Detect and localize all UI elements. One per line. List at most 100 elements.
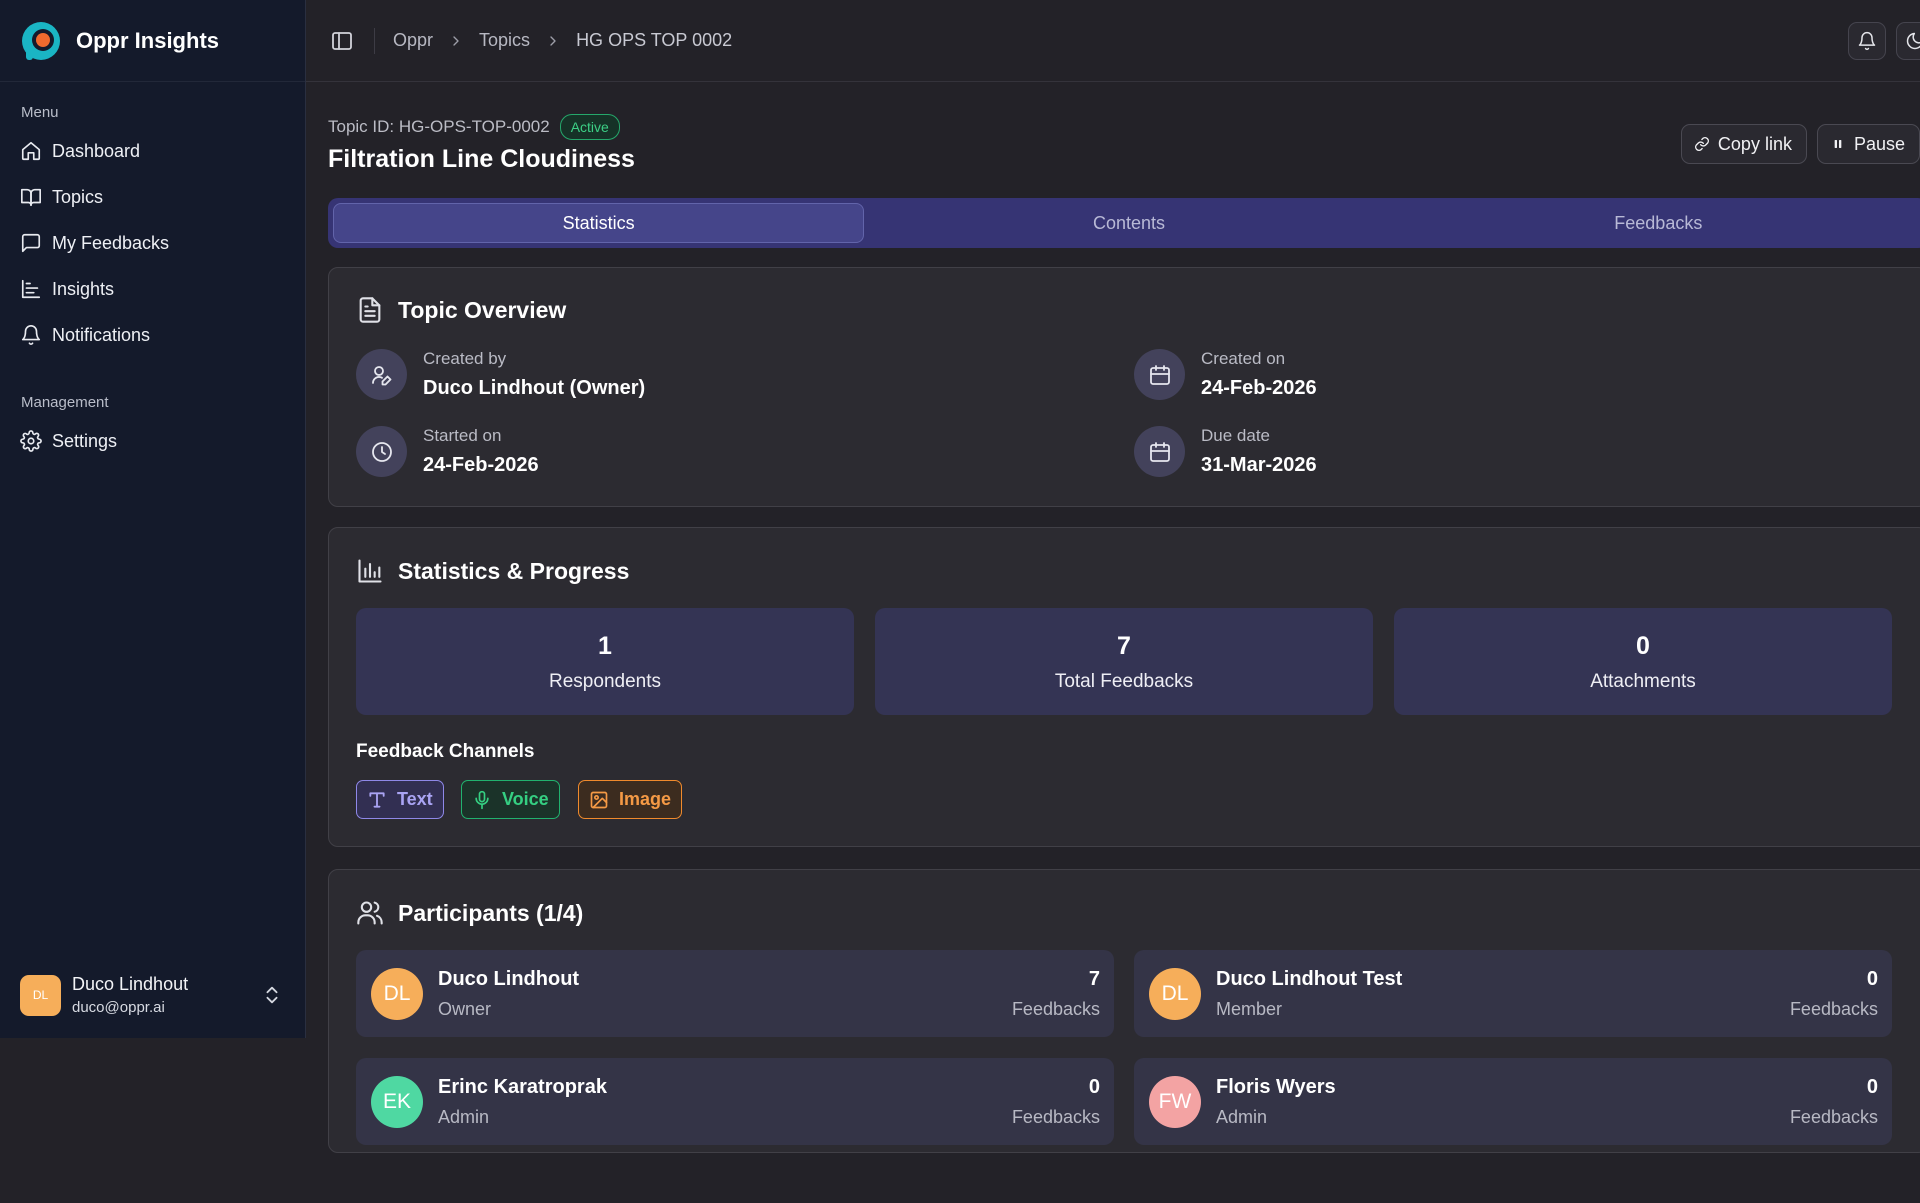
created-by: Created by Duco Lindhout (Owner): [356, 349, 645, 400]
status-badge: Active: [559, 114, 620, 140]
participants-title: Participants (1/4): [398, 899, 584, 926]
brand-logo-icon: [22, 21, 60, 60]
theme-toggle-button[interactable]: [1896, 21, 1920, 60]
channel-label: Text: [397, 789, 433, 809]
sidebar-item-dashboard[interactable]: Dashboard: [0, 128, 305, 174]
tab-statistics[interactable]: Statistics: [333, 203, 865, 243]
management-group-label: Management: [21, 394, 109, 411]
participant-role: Admin: [438, 1106, 490, 1127]
copy-link-button[interactable]: Copy link: [1680, 124, 1807, 164]
sidebar-item-my-feedbacks[interactable]: My Feedbacks: [0, 220, 305, 266]
topic-id-row: Topic ID: HG-OPS-TOP-0002 Active: [328, 114, 620, 140]
sidebar-item-settings[interactable]: Settings: [0, 418, 305, 464]
participant-role: Owner: [438, 998, 492, 1019]
sidebar-item-label: My Feedbacks: [52, 232, 170, 253]
mic-icon: [475, 790, 489, 809]
sidebar-item-label: Notifications: [52, 324, 151, 345]
channel-chip-text: Text: [356, 780, 444, 819]
image-icon: [590, 791, 608, 808]
tab-contents[interactable]: Contents: [864, 203, 1393, 243]
users-icon: [357, 901, 383, 925]
started-on-label: Started on: [423, 426, 502, 445]
notifications-button[interactable]: [1848, 21, 1886, 60]
bar-chart-icon: [21, 279, 41, 299]
participant-card[interactable]: EK Erinc Karatroprak Admin 0 Feedbacks: [356, 1058, 1114, 1145]
sidebar: Oppr Insights Menu Dashboard Topics My F…: [0, 0, 306, 1038]
stat-value: 0: [1636, 632, 1650, 660]
bar-chart-icon: [358, 559, 382, 583]
participant-role: Admin: [1216, 1106, 1268, 1127]
home-icon: [21, 141, 41, 161]
participant-name: Erinc Karatroprak: [438, 1075, 607, 1098]
sidebar-item-insights[interactable]: Insights: [0, 266, 305, 312]
breadcrumb-item-topics[interactable]: Topics: [479, 30, 530, 51]
top-actions: [1848, 21, 1920, 60]
chevron-right-icon: [550, 35, 556, 46]
due-date-value: 31-Mar-2026: [1201, 454, 1317, 476]
user-menu[interactable]: DL Duco Lindhout duco@oppr.ai: [0, 952, 305, 1038]
chevrons-up-down-icon[interactable]: [261, 984, 283, 1006]
card-title: Statistics & Progress: [356, 557, 629, 585]
copy-link-label: Copy link: [1717, 133, 1792, 154]
participant-card[interactable]: DL Duco Lindhout Owner 7 Feedbacks: [356, 950, 1114, 1037]
started-on-value: 24-Feb-2026: [423, 454, 539, 476]
participant-card[interactable]: DL Duco Lindhout Test Member 0 Feedbacks: [1134, 950, 1892, 1037]
due-date-label: Due date: [1201, 426, 1270, 445]
file-text-icon: [359, 297, 381, 323]
topbar: Oppr Topics HG OPS TOP 0002: [306, 0, 1920, 82]
sidebar-item-notifications[interactable]: Notifications: [0, 312, 305, 358]
breadcrumb-item-oppr[interactable]: Oppr: [393, 30, 433, 51]
stat-value: 1: [598, 632, 612, 660]
stat-attachments: 0 Attachments: [1394, 608, 1892, 715]
participant-name: Floris Wyers: [1216, 1075, 1336, 1098]
due-date: Due date 31-Mar-2026: [1134, 426, 1317, 477]
sidebar-toggle-icon[interactable]: [330, 29, 354, 53]
app-name: Oppr Insights: [76, 27, 219, 53]
page-title: Filtration Line Cloudiness: [328, 145, 635, 173]
stat-value: 7: [1117, 632, 1131, 660]
card-title: Participants (1/4): [356, 899, 583, 927]
stat-respondents: 1 Respondents: [356, 608, 854, 715]
type-icon: [369, 791, 385, 808]
stat-label: Respondents: [549, 671, 661, 692]
statistics-card: Statistics & Progress 1 Respondents 7 To…: [328, 527, 1920, 847]
tab-feedbacks[interactable]: Feedbacks: [1394, 203, 1920, 243]
breadcrumb: Oppr Topics HG OPS TOP 0002: [393, 30, 732, 51]
calendar-icon: [1134, 349, 1185, 400]
feedback-channels-title: Feedback Channels: [356, 741, 535, 762]
gear-icon: [20, 430, 42, 452]
pause-button[interactable]: Pause: [1816, 124, 1920, 164]
participant-card[interactable]: FW Floris Wyers Admin 0 Feedbacks: [1134, 1058, 1892, 1145]
clock-icon: [356, 426, 407, 477]
statistics-title: Statistics & Progress: [398, 557, 630, 584]
bell-icon: [21, 325, 41, 345]
book-open-icon: [21, 188, 41, 207]
sidebar-item-label: Dashboard: [52, 140, 141, 161]
feedback-count: 0: [1088, 1075, 1100, 1098]
link-icon: [1694, 137, 1709, 151]
sidebar-item-label: Insights: [52, 278, 115, 299]
pause-label: Pause: [1853, 133, 1905, 154]
created-by-label: Created by: [423, 349, 507, 368]
tab-bar: Statistics Contents Feedbacks: [328, 198, 1920, 248]
created-on-label: Created on: [1201, 349, 1286, 368]
user-info: Duco Lindhout duco@oppr.ai: [72, 974, 261, 1016]
avatar: EK: [371, 1075, 423, 1128]
main-nav: Dashboard Topics My Feedbacks Insights N…: [0, 128, 305, 358]
participant-name: Duco Lindhout: [438, 967, 580, 990]
avatar: DL: [1149, 967, 1201, 1020]
feedback-count-label: Feedbacks: [1789, 998, 1878, 1019]
breadcrumb-item-current: HG OPS TOP 0002: [576, 30, 733, 50]
feedback-count-label: Feedbacks: [1789, 1106, 1878, 1127]
sidebar-item-topics[interactable]: Topics: [0, 174, 305, 220]
sidebar-item-label: Settings: [52, 430, 118, 451]
sidebar-item-label: Topics: [52, 186, 104, 207]
message-square-icon: [21, 233, 41, 253]
chevron-right-icon: [453, 35, 459, 46]
menu-group-label: Menu: [21, 104, 59, 121]
bell-icon: [1858, 31, 1876, 50]
channel-chip-voice: Voice: [461, 780, 560, 819]
feedback-count: 0: [1866, 1075, 1878, 1098]
channel-chip-image: Image: [578, 780, 683, 819]
brand[interactable]: Oppr Insights: [0, 0, 305, 82]
